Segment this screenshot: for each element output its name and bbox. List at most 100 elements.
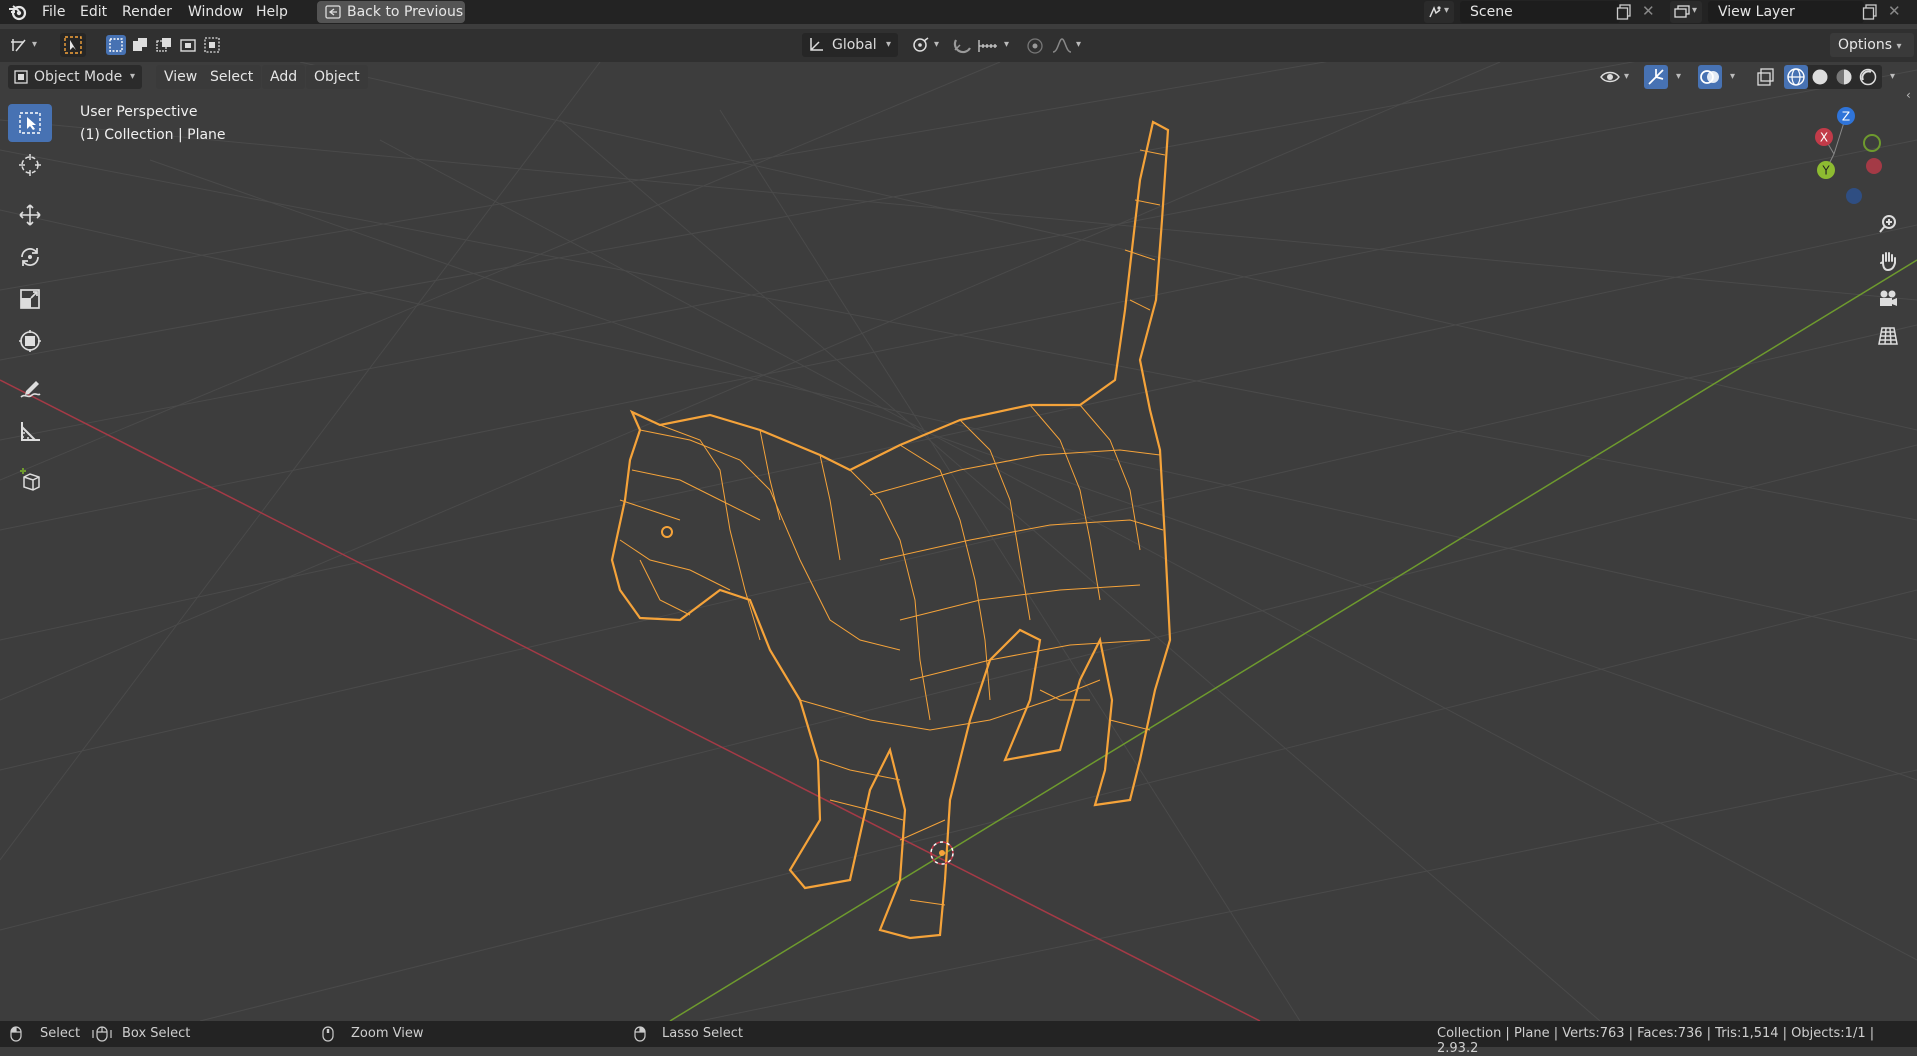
wireframe-shading-icon[interactable] — [1784, 65, 1808, 89]
options-dropdown[interactable]: Options ▾ — [1830, 33, 1914, 57]
view-layer-name-field[interactable]: View Layer — [1708, 1, 1864, 23]
pivot-point-dropdown[interactable]: ▾ — [910, 33, 946, 57]
chevron-down-icon: ▾ — [1004, 39, 1010, 50]
select-box-tool[interactable] — [8, 104, 52, 142]
shading-options-chevron-icon[interactable]: ▾ — [1890, 71, 1895, 82]
measure-tool[interactable] — [8, 412, 52, 450]
transform-icon — [19, 330, 41, 352]
chevron-down-icon: ▾ — [32, 39, 38, 50]
new-view-layer-icon[interactable] — [1862, 4, 1878, 20]
cat-mesh[interactable] — [610, 120, 1172, 940]
cursor-tool[interactable] — [8, 146, 52, 184]
gizmo-neg-y[interactable] — [1863, 134, 1881, 152]
ortho-toggle-button[interactable] — [1873, 321, 1903, 351]
floor-grid — [0, 62, 1917, 1021]
visibility-dropdown[interactable]: ▾ — [1598, 65, 1636, 89]
rotate-icon — [21, 248, 39, 266]
scene-browse-button[interactable]: ▾ — [1424, 1, 1454, 23]
proportional-editing-icon[interactable] — [1026, 37, 1044, 55]
status-lasso-select-label: Lasso Select — [662, 1026, 743, 1041]
transform-orientation-dropdown[interactable]: Global ▾ — [802, 33, 898, 57]
chevron-down-icon: ▾ — [1444, 5, 1450, 16]
camera-view-button[interactable] — [1873, 284, 1903, 314]
gizmo-z-label: Z — [1842, 110, 1850, 124]
gizmos-toggle[interactable]: ▾ — [1644, 65, 1688, 89]
move-tool[interactable] — [8, 196, 52, 234]
3d-viewport-icon — [11, 39, 26, 52]
snap-element-dropdown[interactable]: ▾ — [978, 33, 1014, 57]
tool-header: ▾ Global ▾ ▾ ▾ ▾ Options ▾ — [0, 29, 1917, 63]
menu-edit[interactable]: Edit — [74, 2, 113, 22]
move-icon — [19, 204, 41, 226]
chevron-down-icon: ▾ — [1730, 71, 1736, 82]
y-axis-line — [669, 259, 1917, 1021]
camera-icon — [1880, 290, 1897, 306]
mode-set-icon[interactable] — [106, 35, 126, 55]
object-origin[interactable] — [939, 850, 945, 856]
selection-mode-group — [106, 35, 230, 55]
gizmo-neg-z[interactable] — [1846, 188, 1862, 204]
cat-eye — [661, 526, 673, 538]
object-mode-icon — [14, 70, 28, 84]
pivot-point-icon — [913, 37, 929, 52]
chevron-down-icon: ▾ — [1076, 39, 1082, 50]
view-layer-browse-button[interactable]: ▾ — [1670, 1, 1702, 23]
back-to-previous-button[interactable]: Back to Previous — [317, 1, 465, 23]
viewport-perspective-label: User Perspective — [80, 104, 198, 120]
mouse-drag-icon — [92, 1026, 112, 1042]
new-scene-icon[interactable] — [1616, 4, 1632, 20]
mode-intersect-icon[interactable] — [202, 35, 222, 55]
blender-logo-icon[interactable] — [8, 3, 28, 21]
chevron-down-icon: ▾ — [1692, 5, 1698, 16]
overlay-icon — [1698, 65, 1722, 89]
snap-toggle-icon[interactable] — [952, 37, 974, 55]
add-cube-tool[interactable] — [8, 460, 52, 498]
add-menu[interactable]: Add — [262, 65, 306, 89]
chevron-down-icon: ▾ — [886, 39, 892, 50]
gizmo-neg-x[interactable] — [1866, 158, 1882, 174]
mouse-middle-icon — [322, 1026, 334, 1042]
zoom-view-button[interactable] — [1873, 209, 1903, 239]
shading-mode-group — [1784, 65, 1882, 89]
menu-help[interactable]: Help — [250, 2, 294, 22]
menu-render[interactable]: Render — [116, 2, 178, 22]
mode-subtract-icon[interactable] — [154, 35, 174, 55]
active-tool-button[interactable] — [60, 33, 86, 57]
gizmo-icon — [1644, 65, 1668, 89]
3d-viewport[interactable]: User Perspective (1) Collection | Plane … — [0, 62, 1917, 1021]
orientation-label: Global — [832, 37, 877, 53]
annotate-tool[interactable] — [8, 370, 52, 408]
view-menu[interactable]: View — [156, 65, 206, 89]
close-view-layer-icon[interactable]: ✕ — [1888, 2, 1901, 20]
snap-increment-icon — [978, 40, 997, 52]
scale-tool[interactable] — [8, 280, 52, 318]
menu-window[interactable]: Window — [182, 2, 249, 22]
scene-name-field[interactable]: Scene — [1460, 1, 1620, 23]
select-menu[interactable]: Select — [202, 65, 262, 89]
proportional-falloff-dropdown[interactable]: ▾ — [1050, 33, 1088, 57]
mode-extend-icon[interactable] — [130, 35, 150, 55]
xray-toggle-icon[interactable] — [1756, 67, 1776, 87]
overlays-toggle[interactable]: ▾ — [1698, 65, 1742, 89]
zoom-icon — [1879, 215, 1896, 233]
transform-tool[interactable] — [8, 322, 52, 360]
pan-view-button[interactable] — [1873, 246, 1903, 276]
status-box-select-label: Box Select — [122, 1026, 191, 1041]
rendered-shading-icon[interactable] — [1856, 65, 1880, 89]
mode-invert-icon[interactable] — [178, 35, 198, 55]
gizmo-y-label: Y — [1821, 164, 1830, 178]
annotate-icon — [20, 381, 41, 398]
measure-icon — [21, 422, 40, 441]
editor-type-button[interactable]: ▾ — [6, 33, 46, 57]
mouse-right-icon — [634, 1026, 646, 1042]
close-scene-icon[interactable]: ✕ — [1642, 2, 1655, 20]
object-menu[interactable]: Object — [306, 65, 368, 89]
solid-shading-icon[interactable] — [1808, 65, 1832, 89]
menu-file[interactable]: File — [36, 2, 71, 22]
hand-icon — [1880, 252, 1896, 272]
top-bar: File Edit Render Window Help Back to Pre… — [0, 0, 1917, 24]
navigation-gizmo[interactable]: Z X Y — [1806, 104, 1886, 204]
interaction-mode-dropdown[interactable]: Object Mode ▾ — [8, 65, 142, 89]
material-shading-icon[interactable] — [1832, 65, 1856, 89]
rotate-tool[interactable] — [8, 238, 52, 276]
